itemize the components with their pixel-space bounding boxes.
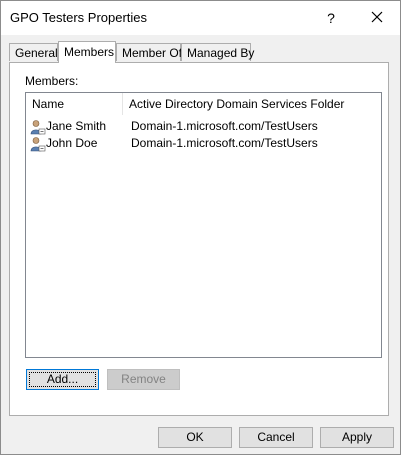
tab-members[interactable]: Members	[58, 41, 116, 63]
members-tab-panel: Members: Name Active Directory Domain Se…	[9, 62, 389, 416]
window-title: GPO Testers Properties	[10, 10, 148, 25]
properties-dialog: GPO Testers Properties ? General Members…	[0, 0, 401, 455]
remove-button[interactable]: Remove	[107, 369, 180, 390]
cancel-button[interactable]: Cancel	[239, 427, 313, 448]
tab-member-of[interactable]: Member Of	[116, 43, 182, 61]
member-name: John Doe	[46, 136, 98, 150]
member-folder: Domain-1.microsoft.com/TestUsers	[131, 136, 318, 150]
members-label: Members:	[25, 74, 79, 88]
members-list[interactable]: Name Active Directory Domain Services Fo…	[25, 92, 382, 358]
close-button[interactable]	[365, 7, 389, 29]
user-icon	[30, 120, 46, 135]
help-button[interactable]: ?	[319, 7, 343, 29]
title-bar[interactable]: GPO Testers Properties ?	[1, 1, 400, 35]
list-item[interactable]: Jane Smith Domain-1.microsoft.com/TestUs…	[26, 118, 381, 135]
user-icon	[30, 137, 46, 152]
column-header-name[interactable]: Name	[26, 93, 122, 115]
member-folder: Domain-1.microsoft.com/TestUsers	[131, 119, 318, 133]
ok-button[interactable]: OK	[158, 427, 232, 448]
tab-general[interactable]: General	[9, 43, 58, 61]
member-name: Jane Smith	[46, 119, 107, 133]
list-header: Name Active Directory Domain Services Fo…	[26, 93, 381, 115]
tab-managed-by[interactable]: Managed By	[181, 43, 254, 61]
apply-button[interactable]: Apply	[320, 427, 394, 448]
close-icon	[371, 11, 383, 23]
column-header-folder[interactable]: Active Directory Domain Services Folder	[123, 93, 381, 115]
add-button[interactable]: Add...	[26, 369, 99, 390]
list-item[interactable]: John Doe Domain-1.microsoft.com/TestUser…	[26, 135, 381, 152]
